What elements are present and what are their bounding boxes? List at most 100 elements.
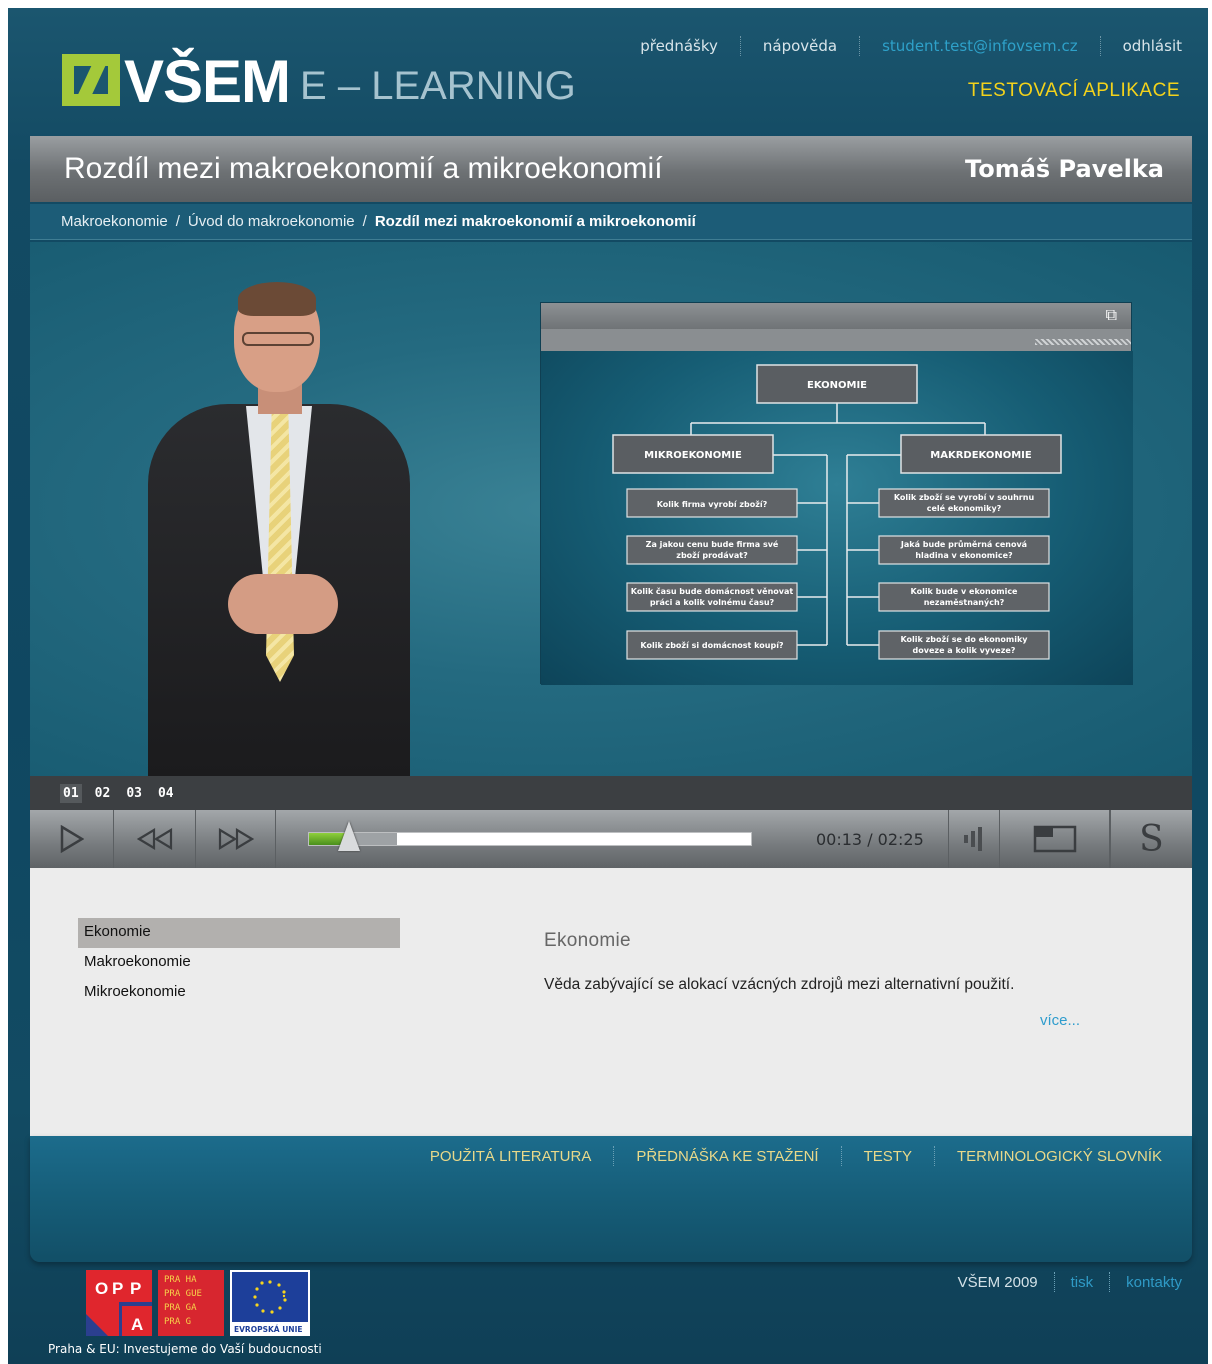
- nav-lectures-link[interactable]: přednášky: [640, 37, 718, 55]
- video-stage[interactable]: ⧉ EKONOMIE MIKROEKONOMIE MAKRDEKONOMIE K…: [30, 242, 1192, 776]
- subtitles-button[interactable]: S: [1110, 810, 1192, 868]
- fast-forward-icon: [218, 828, 254, 850]
- macro-question-3-line2: nezaměstnaných?: [924, 597, 1005, 607]
- logo-subtitle: E – LEARNING: [300, 64, 576, 108]
- play-icon: [60, 825, 84, 853]
- chapter-04[interactable]: 04: [155, 784, 177, 803]
- term-item-mikroekonomie[interactable]: Mikroekonomie: [78, 978, 400, 1008]
- lecture-slide: ⧉ EKONOMIE MIKROEKONOMIE MAKRDEKONOMIE K…: [540, 302, 1133, 685]
- player-controls: 00:13 / 02:25 S: [30, 810, 1192, 868]
- oppa-logo: O P P A: [86, 1270, 152, 1336]
- macro-question-4-line2: doveze a kolik vyveze?: [913, 646, 1016, 655]
- volume-icon: [964, 827, 982, 851]
- seek-thumb[interactable]: [337, 821, 360, 851]
- term-item-makroekonomie[interactable]: Makroekonomie: [78, 948, 400, 978]
- slide-diagram: EKONOMIE MIKROEKONOMIE MAKRDEKONOMIE Kol…: [541, 351, 1133, 685]
- link-separator: [933, 1146, 935, 1166]
- chapter-02[interactable]: 02: [92, 784, 114, 803]
- oppa-letter: P: [130, 1279, 141, 1298]
- micro-question-3-line2: práci a kolik volnému času?: [650, 597, 775, 607]
- download-lecture-link[interactable]: PŘEDNÁŠKA KE STAŽENÍ: [636, 1148, 818, 1165]
- nav-separator: [859, 36, 861, 56]
- more-link[interactable]: více...: [1040, 1012, 1080, 1029]
- praha-logo-line: PRA HA: [164, 1275, 197, 1285]
- bottom-links: POUŽITÁ LITERATURA PŘEDNÁŠKA KE STAŽENÍ …: [430, 1146, 1162, 1166]
- glossary-panel: Ekonomie Makroekonomie Mikroekonomie Eko…: [30, 868, 1192, 1136]
- breadcrumb-separator: /: [362, 213, 367, 230]
- chapter-01[interactable]: 01: [60, 783, 82, 803]
- link-separator: [840, 1146, 842, 1166]
- slide-toolbar: [541, 303, 1131, 329]
- copyright: VŠEM 2009: [957, 1273, 1038, 1291]
- slide-diagram-svg: EKONOMIE MIKROEKONOMIE MAKRDEKONOMIE Kol…: [612, 364, 1062, 660]
- rewind-button[interactable]: [114, 810, 196, 868]
- breadcrumb-item[interactable]: Úvod do makroekonomie: [188, 213, 355, 230]
- macro-question-2-line1: Jaká bude průměrná cenová: [900, 539, 1027, 549]
- time-display: 00:13 / 02:25: [816, 830, 924, 849]
- user-email-link[interactable]: student.test@infovsem.cz: [882, 37, 1077, 55]
- oppa-letter: O: [95, 1279, 108, 1298]
- rewind-icon: [136, 828, 172, 850]
- micro-question-2-line1: Za jakou cenu bude firma své: [646, 539, 779, 549]
- seek-bar[interactable]: [308, 821, 752, 851]
- chapter-strip: 01 02 03 04: [30, 776, 1192, 810]
- term-list: Ekonomie Makroekonomie Mikroekonomie: [78, 918, 400, 1008]
- eu-flag-logo: EVROPSKÁ UNIE: [230, 1270, 310, 1336]
- volume-button[interactable]: [948, 810, 1000, 868]
- logout-link[interactable]: odhlásit: [1123, 37, 1182, 55]
- fullscreen-icon: [1033, 825, 1076, 853]
- sponsor-logos: O P P A PRA HA PRA GUE PRA GA PRA G EVRO…: [86, 1270, 310, 1336]
- link-separator: [1053, 1272, 1055, 1292]
- lesson-title: Rozdíl mezi makroekonomií a mikroekonomi…: [64, 152, 663, 185]
- diagram-micro-label: MIKROEKONOMIE: [644, 450, 742, 461]
- presenter-hair: [238, 282, 316, 316]
- micro-question-2-line2: zboží prodávat?: [676, 551, 748, 560]
- breadcrumb: Makroekonomie / Úvod do makroekonomie / …: [30, 204, 1192, 240]
- play-button[interactable]: [30, 810, 114, 868]
- footer-links: VŠEM 2009 tisk kontakty: [958, 1272, 1182, 1292]
- app-label: TESTOVACÍ APLIKACE: [967, 80, 1180, 101]
- bibliography-link[interactable]: POUŽITÁ LITERATURA: [430, 1148, 591, 1165]
- logo-text: VŠEM: [124, 48, 291, 115]
- glossary-link[interactable]: TERMINOLOGICKÝ SLOVNÍK: [957, 1148, 1162, 1165]
- fullscreen-button[interactable]: [1000, 810, 1110, 868]
- praha-logo-line: PRA GA: [164, 1303, 197, 1313]
- tests-link[interactable]: TESTY: [864, 1148, 912, 1165]
- micro-question-4: Kolik zboží si domácnost koupí?: [640, 641, 784, 650]
- micro-question-1: Kolik firma vyrobí zboží?: [657, 500, 768, 509]
- term-item-ekonomie[interactable]: Ekonomie: [78, 918, 400, 948]
- print-link[interactable]: tisk: [1071, 1274, 1094, 1291]
- maximize-slide-icon[interactable]: ⧉: [1106, 307, 1117, 323]
- oppa-letter: A: [131, 1315, 143, 1334]
- macro-question-1-line1: Kolik zboží se vyrobí v souhrnu: [894, 493, 1035, 502]
- nav-help-link[interactable]: nápověda: [763, 37, 837, 55]
- footer-tagline: Praha & EU: Investujeme do Vaší budoucno…: [48, 1342, 322, 1356]
- logo-mark-icon: [62, 54, 120, 106]
- bottom-bar: POUŽITÁ LITERATURA PŘEDNÁŠKA KE STAŽENÍ …: [30, 1136, 1192, 1262]
- vsem-logo[interactable]: VŠEM E – LEARNING: [62, 48, 576, 112]
- link-separator: [1109, 1272, 1111, 1292]
- macro-question-3-line1: Kolik bude v ekonomice: [911, 587, 1019, 596]
- lesson-author: Tomáš Pavelka: [965, 155, 1164, 183]
- top-navigation: přednášky nápověda student.test@infovsem…: [640, 36, 1182, 56]
- praha-logo-line: PRA G: [164, 1317, 191, 1327]
- fast-forward-button[interactable]: [196, 810, 276, 868]
- chapter-03[interactable]: 03: [123, 784, 145, 803]
- breadcrumb-item[interactable]: Makroekonomie: [61, 213, 168, 230]
- link-separator: [613, 1146, 615, 1166]
- micro-question-3-line1: Kolik času bude domácnost věnovat: [631, 586, 794, 596]
- macro-question-2-line2: hladina v ekonomice?: [915, 551, 1013, 560]
- definition-text: Věda zabývající se alokací vzácných zdro…: [544, 976, 1015, 993]
- eu-label: EVROPSKÁ UNIE: [234, 1325, 303, 1334]
- macro-question-1-line2: celé ekonomiky?: [927, 503, 1002, 513]
- macro-question-4-line1: Kolik zboží se do ekonomiky: [900, 635, 1028, 644]
- diagram-root-label: EKONOMIE: [807, 380, 867, 391]
- praha-logo-line: PRA GUE: [164, 1289, 202, 1299]
- contacts-link[interactable]: kontakty: [1126, 1274, 1182, 1291]
- subtitles-icon: S: [1139, 818, 1164, 860]
- lesson-title-bar: Rozdíl mezi makroekonomií a mikroekonomi…: [30, 136, 1192, 202]
- nav-separator: [739, 36, 741, 56]
- presenter-glasses: [242, 332, 314, 346]
- nav-separator: [1099, 36, 1101, 56]
- oppa-letter: P: [112, 1279, 123, 1298]
